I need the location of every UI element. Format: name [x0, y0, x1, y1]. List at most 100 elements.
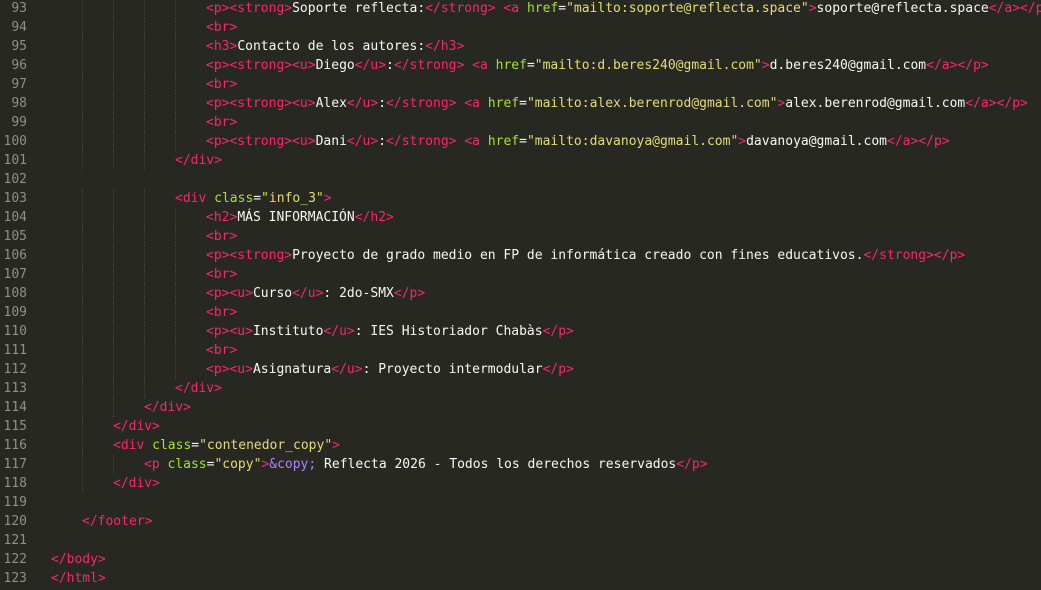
code-line[interactable]: 106 <p><strong>Proyecto de grado medio en… [0, 246, 1041, 265]
indent-guide [144, 246, 145, 265]
code-line[interactable]: 103 <div class="info_3"> [0, 189, 1041, 208]
code-token: = [191, 438, 200, 453]
code-line[interactable]: 102 [0, 170, 1041, 189]
code-token: </strong> [863, 248, 934, 263]
code-token: <a [503, 1, 527, 16]
code-line[interactable]: 110 <p><u>Instituto</u>: IES Historiador … [0, 322, 1041, 341]
indent-guide [113, 208, 114, 227]
code-line[interactable]: 108 <p><u>Curso</u>: 2do-SMX</p> [0, 284, 1041, 303]
line-number: 115 [3, 419, 27, 434]
code-text: <p><strong>Proyecto de grado medio en FP… [206, 246, 965, 265]
indent-guide [82, 455, 83, 474]
code-token: <h2> [206, 210, 238, 225]
indent-guide [113, 227, 114, 246]
code-token: </h2> [354, 210, 394, 225]
code-token: d.beres240@gmail.com [769, 58, 927, 73]
indent-guide [82, 113, 83, 132]
code-token: "copy" [214, 457, 262, 472]
code-line[interactable]: 100 <p><strong><u>Dani</u>:</strong> <a h… [0, 132, 1041, 151]
code-line[interactable]: 93 <p><strong>Soporte reflecta:</strong> … [0, 0, 1041, 18]
code-text: <p><strong><u>Alex</u>:</strong> <a href… [206, 94, 1028, 113]
line-number: 103 [3, 191, 27, 206]
code-text: <p><strong><u>Diego</u>:</strong> <a hre… [206, 56, 989, 75]
code-token: <h3> [206, 39, 238, 54]
code-token: <p> [206, 1, 230, 16]
code-editor[interactable]: 93 <p><strong>Soporte reflecta:</strong> … [0, 0, 1041, 590]
code-text: <br> [206, 303, 237, 322]
indent-guide [82, 208, 83, 227]
code-token: <a [472, 58, 496, 73]
indent-guide [144, 208, 145, 227]
indent-guide [175, 94, 176, 113]
code-token: <u> [229, 362, 253, 377]
code-token: </strong> [393, 58, 465, 73]
code-line[interactable]: 111 <br> [0, 341, 1041, 360]
indent-guide [82, 56, 83, 75]
code-line[interactable]: 95 <h3>Contacto de los autores:</h3> [0, 37, 1041, 56]
line-number: 112 [3, 362, 27, 377]
code-token: </a> [926, 58, 958, 73]
code-line[interactable]: 104 <h2>MÁS INFORMACIÓN</h2> [0, 208, 1041, 227]
line-number: 117 [3, 457, 27, 472]
indent-guide [113, 18, 114, 37]
code-token: "mailto:d.beres240@gmail.com" [534, 58, 762, 73]
line-number: 104 [3, 210, 27, 225]
code-token: davanoya@gmail.com [746, 134, 887, 149]
code-text: <br> [206, 75, 237, 94]
indent-guide [113, 360, 114, 379]
code-line[interactable]: 94 <br> [0, 18, 1041, 37]
code-line[interactable]: 120 </footer> [0, 512, 1041, 531]
code-token: MÁS INFORMACIÓN [237, 210, 355, 225]
line-number: 95 [11, 39, 27, 54]
code-token: </p> [542, 324, 574, 339]
code-text: <p><u>Instituto</u>: IES Historiador Cha… [206, 322, 574, 341]
code-token: </div> [175, 153, 222, 168]
line-number: 107 [3, 267, 27, 282]
code-line[interactable]: 105 <br> [0, 227, 1041, 246]
code-line[interactable]: 122 </body> [0, 550, 1041, 569]
line-number: 121 [3, 533, 27, 548]
code-token: = [519, 96, 527, 111]
line-number: 120 [3, 514, 27, 529]
code-token: <div [175, 191, 215, 206]
code-text: <p class="copy">&copy; Reflecta 2026 - T… [144, 455, 708, 474]
indent-guide [113, 322, 114, 341]
code-token: <strong> [229, 58, 293, 73]
code-token: <p [144, 457, 168, 472]
code-line[interactable]: 113 </div> [0, 379, 1041, 398]
code-token: </p> [393, 286, 426, 301]
code-line[interactable]: 119 [0, 493, 1041, 512]
code-line[interactable]: 96 <p><strong><u>Diego</u>:</strong> <a h… [0, 56, 1041, 75]
code-line[interactable]: 112 <p><u>Asignatura</u>: Proyecto interm… [0, 360, 1041, 379]
code-line[interactable]: 117 <p class="copy">&copy; Reflecta 2026 … [0, 455, 1041, 474]
code-token: <br> [206, 77, 238, 92]
code-line[interactable]: 116 <div class="contenedor_copy"> [0, 436, 1041, 455]
code-line[interactable]: 115 </div> [0, 417, 1041, 436]
code-line[interactable]: 107 <br> [0, 265, 1041, 284]
indent-guide [175, 246, 176, 265]
code-token: </html> [51, 571, 106, 586]
code-token: > [761, 58, 770, 73]
code-text: <p><strong><u>Dani</u>:</strong> <a href… [206, 132, 950, 151]
code-line[interactable]: 109 <br> [0, 303, 1041, 322]
code-token: Curso [252, 286, 293, 301]
code-line[interactable]: 123 </html> [0, 569, 1041, 588]
line-number: 119 [3, 495, 27, 510]
code-token: href [495, 58, 527, 73]
code-line[interactable]: 98 <p><strong><u>Alex</u>:</strong> <a hr… [0, 94, 1041, 113]
code-line[interactable]: 99 <br> [0, 113, 1041, 132]
code-line[interactable]: 114 </div> [0, 398, 1041, 417]
indent-guide [175, 132, 176, 151]
code-line[interactable]: 121 [0, 531, 1041, 550]
indent-guide [82, 18, 83, 37]
code-token: <br> [206, 343, 238, 358]
code-line[interactable]: 118 </div> [0, 474, 1041, 493]
code-text: </footer> [82, 512, 152, 531]
code-text: <p><u>Curso</u>: 2do-SMX</p> [206, 284, 425, 303]
code-token: </u> [346, 134, 379, 149]
line-number: 94 [11, 20, 27, 35]
code-line[interactable]: 101 </div> [0, 151, 1041, 170]
code-token: </strong> [386, 96, 457, 111]
line-number: 96 [11, 58, 27, 73]
code-line[interactable]: 97 <br> [0, 75, 1041, 94]
